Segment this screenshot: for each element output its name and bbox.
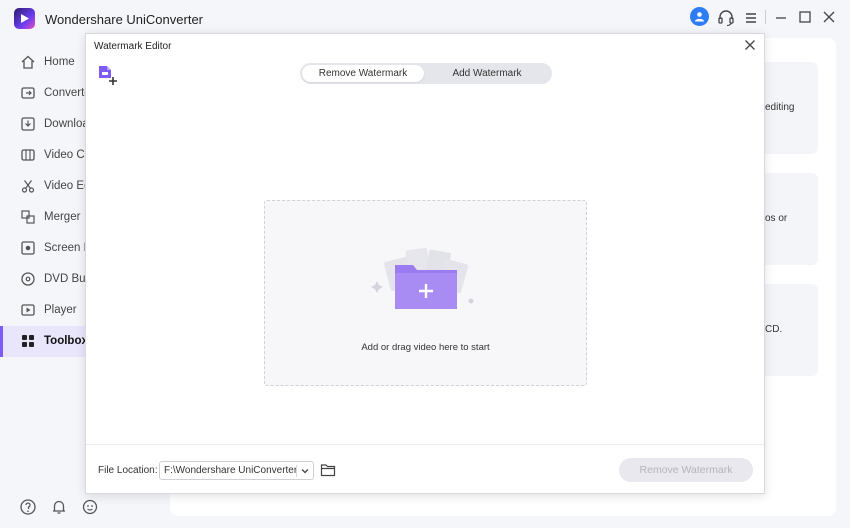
sidebar-item-label: Home [44,56,75,68]
file-location-select[interactable]: F:\Wondershare UniConverter [159,461,314,480]
add-file-icon[interactable] [97,64,119,86]
app-title: Wondershare UniConverter [45,12,203,27]
window-controls-divider [765,10,766,24]
record-icon [21,241,35,255]
sidebar-item-video-compressor[interactable]: Video Compressor [0,140,139,171]
sidebar-item-dvd-burner[interactable]: DVD Burner [0,264,106,295]
folder-add-icon [371,247,474,309]
sidebar-item-label: Merger [44,211,81,223]
sidebar-item-player[interactable]: Player [0,295,90,326]
mode-tabs: Remove Watermark Add Watermark [300,63,552,84]
headset-icon[interactable] [716,8,736,28]
notification-bell-icon[interactable] [50,498,68,516]
watermark-editor-dialog: Watermark Editor Remove Watermark Add Wa… [85,33,765,494]
file-location-value: F:\Wondershare UniConverter [164,465,298,476]
tool-card-text: os or [765,213,788,224]
app-logo [14,8,35,29]
sidebar-item-label: Player [44,304,77,316]
video-dropzone[interactable]: Add or drag video here to start [264,200,587,386]
compress-icon [21,149,35,161]
grid-icon [22,335,34,347]
chevron-down-icon [301,469,309,474]
home-icon [21,55,35,69]
download-icon [21,117,35,131]
help-icon[interactable] [19,498,37,516]
feedback-icon[interactable] [81,498,99,516]
folder-open-icon[interactable] [320,462,336,478]
sidebar-item-downloader[interactable]: Downloader [0,109,105,140]
select-divider [296,465,297,477]
sidebar-item-converter[interactable]: Converter [0,78,95,109]
minimize-icon[interactable] [772,8,792,28]
title-bar: Wondershare UniConverter [0,0,850,36]
dropzone-text: Add or drag video here to start [361,342,490,353]
footer-divider [86,444,764,445]
scissors-icon [21,180,35,193]
file-location-label: File Location: [98,465,158,476]
sidebar-item-video-editor[interactable]: Video Editor [0,171,106,202]
converter-icon [21,87,35,99]
user-icon[interactable] [690,7,709,26]
maximize-icon[interactable] [796,8,816,28]
disc-icon [21,272,35,286]
tab-remove-watermark[interactable]: Remove Watermark [302,65,424,82]
tool-card-text: CD. [765,324,783,335]
remove-watermark-button[interactable]: Remove Watermark [619,458,753,482]
close-window-icon[interactable] [820,8,840,28]
tool-card-text: editing [765,102,795,113]
close-icon[interactable] [743,38,757,52]
menu-icon[interactable] [742,8,762,28]
sidebar: Home Converter Downloader Video Compress… [0,44,139,528]
sidebar-item-merger[interactable]: Merger [0,202,90,233]
sidebar-item-screen-recorder[interactable]: Screen Recorder [0,233,131,264]
sidebar-item-home[interactable]: Home [0,47,90,78]
merge-icon [21,210,35,224]
sidebar-item-toolbox[interactable]: Toolbox [0,326,90,357]
dialog-title: Watermark Editor [94,41,172,52]
play-icon [21,304,35,316]
tab-add-watermark[interactable]: Add Watermark [426,65,548,82]
sidebar-item-label: Toolbox [44,335,88,347]
